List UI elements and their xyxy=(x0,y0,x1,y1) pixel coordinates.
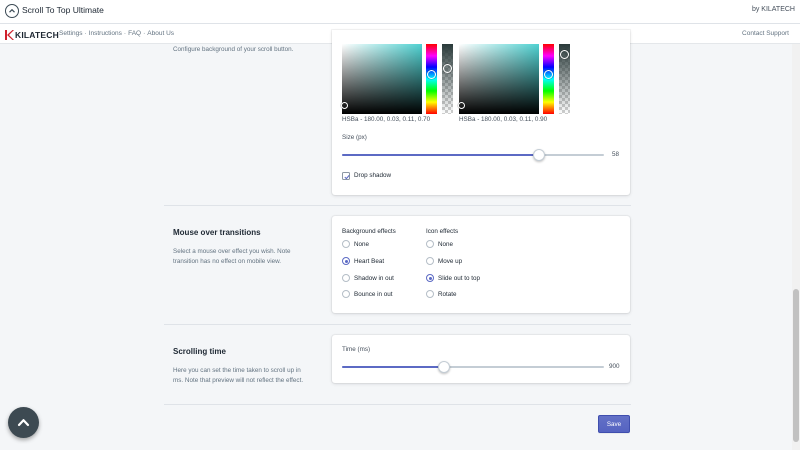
chevron-up-icon xyxy=(17,419,30,427)
kilatech-k-icon xyxy=(5,30,14,40)
check-icon xyxy=(343,174,350,179)
drop-shadow-label: Drop shadow xyxy=(354,172,392,179)
nav-link-about-us[interactable]: About Us xyxy=(147,30,174,37)
icon-effect-rotate-label: Rotate xyxy=(438,291,457,298)
mouse-over-description: Select a mouse over effect you wish. Not… xyxy=(173,248,291,265)
page-scrollbar-thumb[interactable] xyxy=(793,289,799,442)
icon-effect-none-radio[interactable] xyxy=(426,240,434,248)
nav-link-faq[interactable]: FAQ xyxy=(128,30,141,37)
icon-effect-move-up-label: Move up xyxy=(438,258,463,265)
icon-effect-slide-out-to-top-label: Slide out to top xyxy=(438,275,481,282)
bg-effect-shadow-in-out-label: Shadow in out xyxy=(354,275,394,282)
brand-logo[interactable]: KILATECH xyxy=(4,28,59,42)
bg-effect-bounce-in-out-radio[interactable] xyxy=(342,290,350,298)
alpha-handle-1[interactable] xyxy=(443,64,452,73)
icon-effect-none-label: None xyxy=(438,241,454,248)
saturation-handle-2[interactable] xyxy=(458,102,465,109)
brand-name: KILATECH xyxy=(15,30,59,40)
icon-effects-title: Icon effects xyxy=(426,228,459,235)
hue-slider-1[interactable] xyxy=(426,44,437,114)
hue-handle-2[interactable] xyxy=(544,70,553,79)
scrolling-time-title: Scrolling time xyxy=(173,347,226,356)
icon-effect-rotate-radio[interactable] xyxy=(426,290,434,298)
saturation-picker-2[interactable] xyxy=(458,44,539,114)
mouse-over-title: Mouse over transitions xyxy=(173,228,261,237)
bg-effect-shadow-in-out-radio[interactable] xyxy=(342,274,350,282)
nav-link-instructions[interactable]: Instructions xyxy=(89,30,122,37)
app-title: Scroll To Top Ultimate xyxy=(22,5,104,15)
time-slider[interactable] xyxy=(342,361,604,373)
chevron-up-circle-icon xyxy=(5,4,19,18)
alpha-slider-2[interactable] xyxy=(559,44,570,114)
section-divider xyxy=(164,404,631,405)
bg-effect-none-label: None xyxy=(354,241,370,248)
nav-separator: · xyxy=(123,30,127,37)
app-header: Scroll To Top Ultimate by KILATECH xyxy=(0,0,800,24)
bg-effect-bounce-in-out-label: Bounce in out xyxy=(354,291,393,298)
nav-separator: · xyxy=(84,30,87,37)
time-value: 900 xyxy=(609,363,620,370)
time-label: Time (ms) xyxy=(342,346,371,353)
bg-effect-heart-beat-label: Heart Beat xyxy=(354,258,385,265)
drop-shadow-checkbox[interactable] xyxy=(342,172,350,180)
background-description: Configure background of your scroll butt… xyxy=(173,46,294,53)
save-button[interactable]: Save xyxy=(598,415,630,433)
hue-handle-1[interactable] xyxy=(427,70,436,79)
size-value: 58 xyxy=(612,151,620,158)
icon-effect-move-up-radio[interactable] xyxy=(426,257,434,265)
section-divider xyxy=(164,324,631,325)
saturation-handle-1[interactable] xyxy=(341,102,348,109)
app-byline: by KILATECH xyxy=(751,6,795,13)
hue-slider-2[interactable] xyxy=(543,44,554,114)
saturation-picker-1[interactable] xyxy=(341,44,422,114)
scroll-to-top-button[interactable] xyxy=(8,407,39,438)
icon-effect-slide-out-to-top-radio[interactable] xyxy=(426,274,434,282)
alpha-slider-1[interactable] xyxy=(442,44,453,114)
scrolling-time-description: Here you can set the time taken to scrol… xyxy=(173,367,304,384)
alpha-handle-2[interactable] xyxy=(560,50,569,59)
bg-effect-none-radio[interactable] xyxy=(342,240,350,248)
nav-links: Settings · Instructions · FAQ · About Us xyxy=(59,30,174,37)
hsba-value-1: HSBa - 180.00, 0.03, 0.11, 0.70 xyxy=(342,116,431,123)
bg-effect-heart-beat-radio[interactable] xyxy=(342,257,350,265)
contact-support-link[interactable]: Contact Support xyxy=(742,30,789,37)
nav-separator: · xyxy=(143,30,146,37)
section-divider xyxy=(164,205,631,206)
size-slider-thumb[interactable] xyxy=(532,149,545,161)
background-effects-title: Background effects xyxy=(342,228,396,235)
nav-link-settings[interactable]: Settings xyxy=(59,30,83,37)
hsba-value-2: HSBa - 180.00, 0.03, 0.11, 0.90 xyxy=(459,116,548,123)
size-label: Size (px) xyxy=(342,134,367,141)
scrolling-time-card xyxy=(332,335,630,383)
size-slider[interactable] xyxy=(342,149,604,161)
